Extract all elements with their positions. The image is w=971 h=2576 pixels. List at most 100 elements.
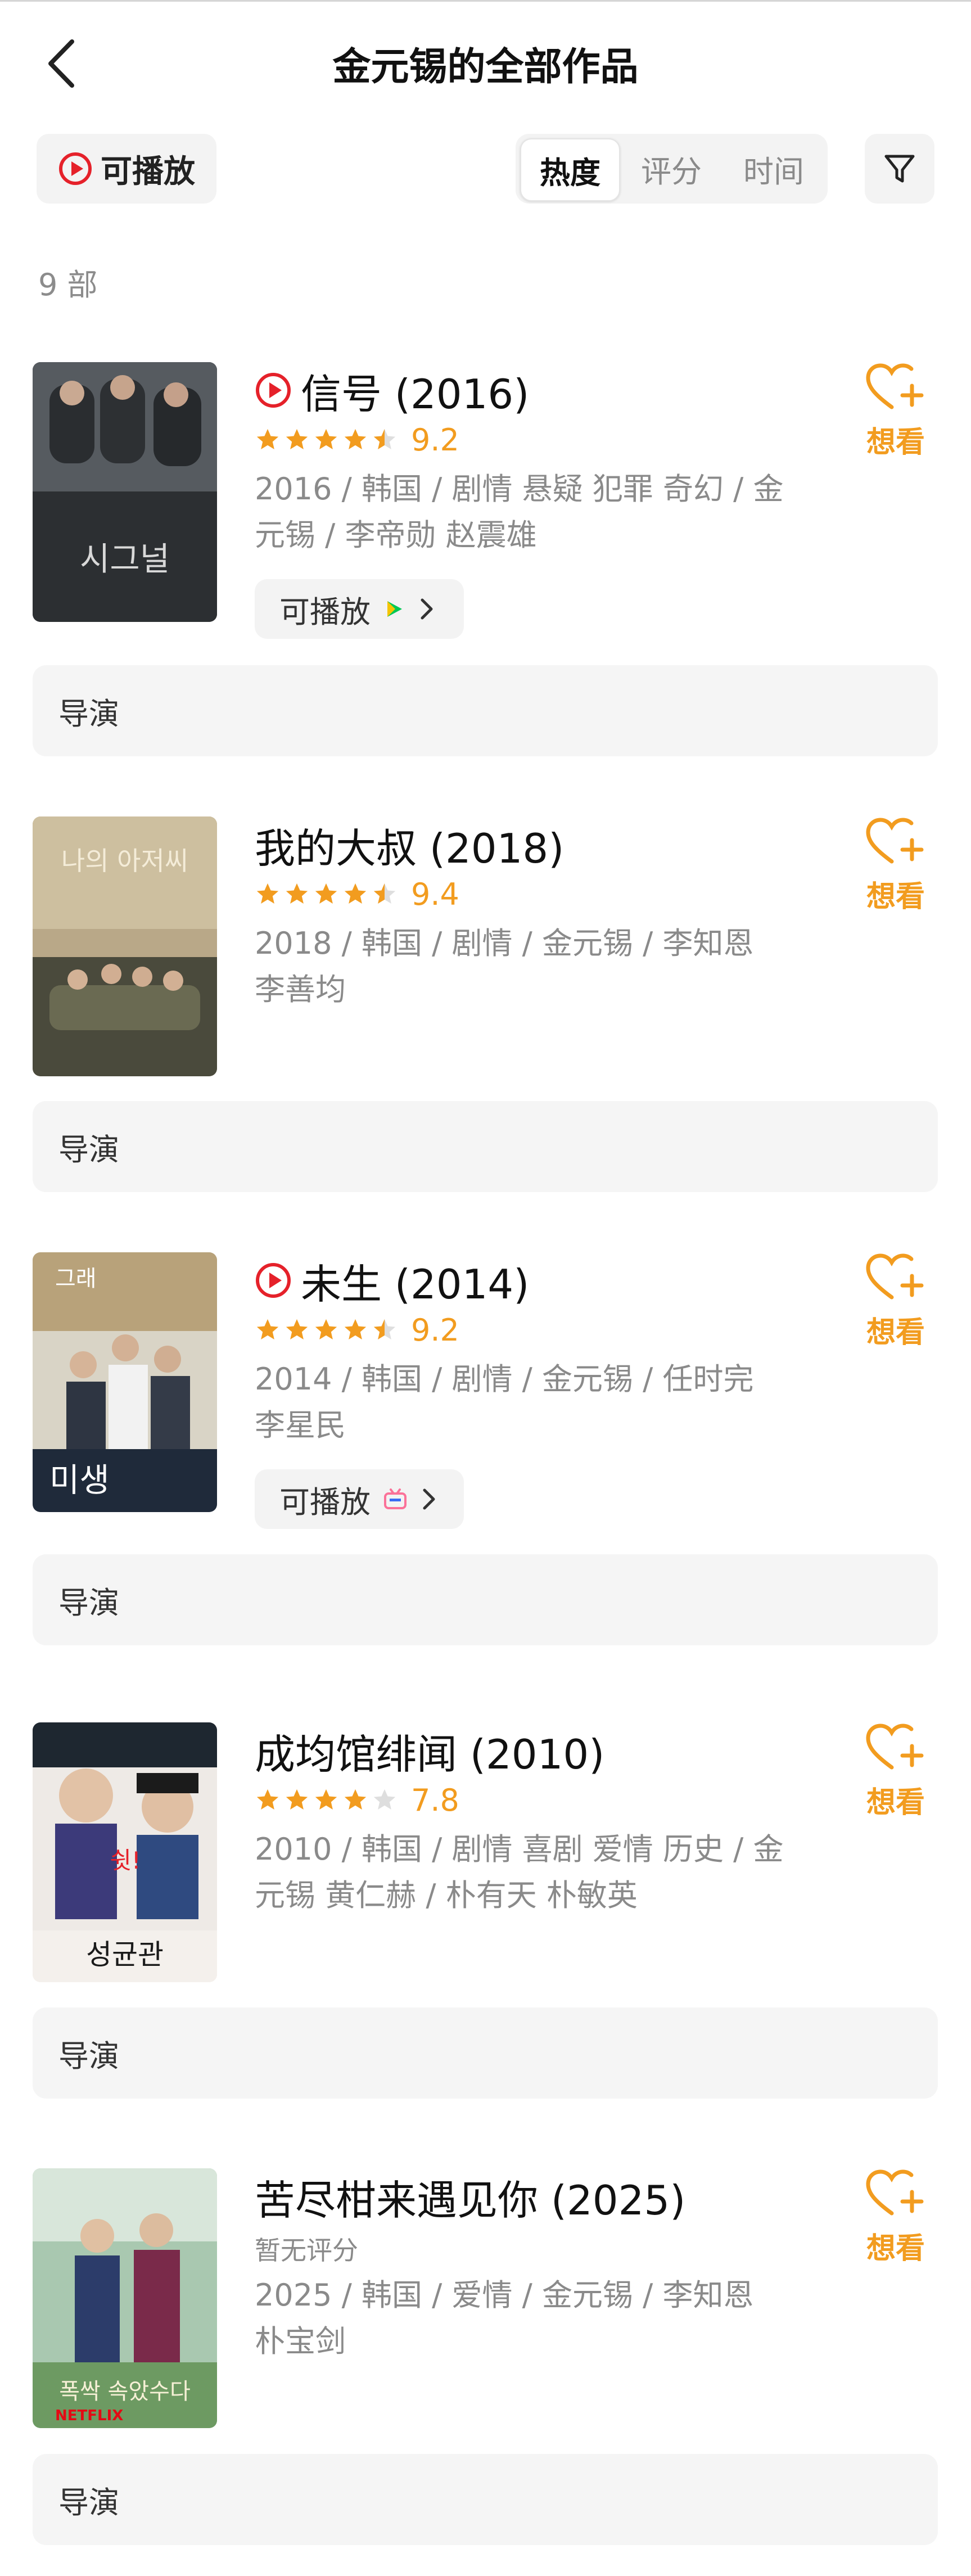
star-full-icon (286, 1319, 308, 1340)
no-rating-label: 暂无评分 (255, 2235, 358, 2266)
work-meta-line: 2025 / 韩国 / 爱情 / 金元锡 / 李知恩 (255, 2277, 754, 2313)
want-to-watch-button[interactable]: 想看 (859, 362, 932, 461)
filter-bar: 可播放 热度 评分 时间 (0, 134, 971, 207)
star-full-icon (256, 1789, 279, 1810)
svg-text:나의 아저씨: 나의 아저씨 (61, 846, 188, 876)
director-label: 导演 (58, 2038, 119, 2074)
play-circle-icon (59, 152, 92, 185)
director-section[interactable]: 导演 (33, 1554, 938, 1645)
director-label: 导演 (58, 1131, 119, 1167)
director-label: 导演 (58, 1585, 119, 1621)
director-section[interactable]: 导演 (33, 2454, 938, 2545)
director-section[interactable]: 导演 (33, 1101, 938, 1192)
director-label: 导演 (58, 696, 119, 732)
star-full-icon (344, 1789, 367, 1810)
work-meta-line: 2016 / 韩国 / 剧情 悬疑 犯罪 奇幻 / 金 (255, 471, 784, 507)
want-label: 想看 (866, 1786, 925, 1820)
star-full-icon (344, 1319, 367, 1340)
rating: 7.8 (255, 1783, 459, 1818)
want-label: 想看 (866, 880, 925, 914)
director-label: 导演 (58, 2484, 119, 2520)
rating-score: 9.4 (411, 876, 459, 912)
star-half-icon (373, 428, 396, 450)
bilibili-tv-icon (384, 1488, 407, 1509)
star-full-icon (344, 428, 367, 450)
heart-plus-icon (866, 1253, 924, 1300)
sort-tab-heat[interactable]: 热度 (520, 138, 620, 201)
work-meta: 2014 / 韩国 / 剧情 / 金元锡 / 任时完 李星民 (255, 1356, 794, 1449)
want-to-watch-button[interactable]: 想看 (859, 1252, 932, 1351)
svg-text:NETFLIX: NETFLIX (55, 2407, 123, 2424)
svg-text:성균관: 성균관 (86, 1938, 164, 1971)
poster-image[interactable]: 나의 아저씨 (33, 816, 217, 1076)
poster-image[interactable]: 그래 미생 (33, 1252, 217, 1512)
work-meta-line: 李善均 (255, 972, 346, 1007)
work-meta-line: 朴宝剑 (255, 2324, 346, 2359)
work-title[interactable]: 苦尽柑来遇见你 (2025) (255, 2167, 685, 2226)
director-section[interactable]: 导演 (33, 2007, 938, 2099)
playable-filter-label: 可播放 (101, 153, 195, 190)
page-title: 金元锡的全部作品 (332, 45, 639, 89)
star-half-icon (373, 1319, 396, 1340)
svg-text:시그널: 시그널 (80, 540, 170, 578)
filter-button[interactable] (865, 134, 934, 204)
work-meta-line: 元锡 黄仁赫 / 朴有天 朴敏英 (255, 1878, 638, 1913)
heart-plus-icon (866, 363, 924, 409)
work-title[interactable]: 成均馆绯闻 (2010) (255, 1721, 604, 1780)
heart-plus-icon (866, 818, 924, 864)
star-half-icon (373, 883, 396, 904)
playable-filter-chip[interactable]: 可播放 (37, 134, 216, 204)
work-meta-line: 李星民 (255, 1407, 346, 1443)
play-circle-icon (256, 1263, 291, 1298)
work-meta: 2025 / 韩国 / 爱情 / 金元锡 / 李知恩 朴宝剑 (255, 2272, 794, 2365)
director-section[interactable]: 导演 (33, 665, 938, 756)
star-full-icon (256, 1319, 279, 1340)
sort-tab-rating[interactable]: 评分 (622, 138, 720, 199)
work-meta-line: 2018 / 韩国 / 剧情 / 金元锡 / 李知恩 (255, 926, 754, 961)
heart-plus-icon (866, 2169, 924, 2216)
poster-image[interactable]: 시그널 (33, 362, 217, 622)
star-full-icon (315, 1319, 337, 1340)
star-full-icon (256, 428, 279, 450)
work-meta-line: 2010 / 韩国 / 剧情 喜剧 爱情 历史 / 金 (255, 1831, 784, 1867)
chevron-right-icon (423, 1488, 435, 1510)
svg-text:그래: 그래 (55, 1266, 97, 1292)
play-source-chip[interactable]: 可播放 (255, 579, 464, 639)
want-to-watch-button[interactable]: 想看 (859, 816, 932, 915)
star-full-icon (315, 428, 337, 450)
work-meta-line: 2014 / 韩国 / 剧情 / 金元锡 / 任时完 (255, 1361, 754, 1397)
star-empty-icon (373, 1789, 396, 1810)
svg-text:폭싹 속았수다: 폭싹 속았수다 (59, 2379, 191, 2404)
work-title[interactable]: 未生 (2014) (301, 1251, 529, 1310)
nav-header: 金元锡的全部作品 (0, 2, 971, 120)
rating: 9.4 (255, 876, 459, 912)
sort-tab-time[interactable]: 时间 (725, 138, 823, 199)
poster-image[interactable]: 폭싹 속았수다 NETFLIX (33, 2168, 217, 2428)
star-full-icon (286, 428, 308, 450)
star-full-icon (256, 883, 279, 904)
work-meta: 2010 / 韩国 / 剧情 喜剧 爱情 历史 / 金 元锡 黄仁赫 / 朴有天… (255, 1826, 794, 1919)
works-count: 9 部 (38, 267, 98, 303)
want-to-watch-button[interactable]: 想看 (859, 2168, 932, 2267)
star-full-icon (315, 1789, 337, 1810)
chevron-right-icon (421, 598, 433, 620)
star-full-icon (286, 1789, 308, 1810)
play-circle-icon (256, 373, 291, 408)
want-label: 想看 (866, 2232, 925, 2266)
rating-score: 9.2 (411, 422, 459, 458)
work-title[interactable]: 我的大叔 (2018) (255, 815, 564, 874)
iqiyi-play-icon (387, 601, 402, 617)
poster-image[interactable]: 쉿! 성균관 (33, 1722, 217, 1982)
want-to-watch-button[interactable]: 想看 (859, 1722, 932, 1821)
star-full-icon (286, 883, 308, 904)
want-label: 想看 (866, 426, 925, 459)
funnel-icon (884, 155, 915, 183)
work-title[interactable]: 信号 (2016) (301, 361, 529, 420)
play-source-chip[interactable]: 可播放 (255, 1469, 464, 1529)
play-chip-label: 可播放 (279, 594, 371, 630)
work-meta: 2018 / 韩国 / 剧情 / 金元锡 / 李知恩 李善均 (255, 921, 794, 1013)
work-meta-line: 元锡 / 李帝勋 赵震雄 (255, 517, 537, 553)
star-full-icon (315, 883, 337, 904)
work-meta: 2016 / 韩国 / 剧情 悬疑 犯罪 奇幻 / 金 元锡 / 李帝勋 赵震雄 (255, 466, 794, 558)
heart-plus-icon (866, 1724, 924, 1770)
